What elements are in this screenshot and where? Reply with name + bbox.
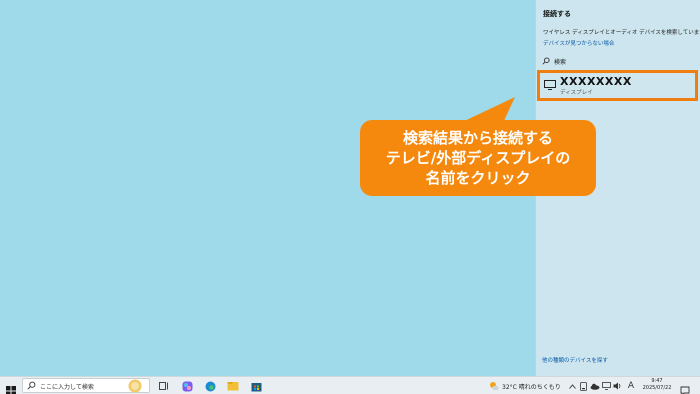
task-view-icon: [159, 382, 168, 390]
tray-onedrive-button[interactable]: [590, 380, 600, 392]
edge-icon: [205, 381, 215, 391]
tray-volume-button[interactable]: [613, 380, 622, 392]
weather-widget[interactable]: 32°C 晴れのちくもり: [489, 379, 561, 393]
notification-button[interactable]: [680, 381, 690, 394]
device-icon: [580, 381, 587, 391]
store-icon: [251, 382, 261, 391]
clock-time: 9:47: [651, 378, 663, 384]
ime-indicator[interactable]: A: [626, 380, 636, 392]
taskbar: ここに入力して検索 32°C 晴れのちくもり A 9:47 2025/07/22: [0, 376, 700, 394]
callout-tail: [458, 97, 515, 138]
search-icon: [27, 381, 36, 390]
search-placeholder: ここに入力して検索: [40, 384, 94, 391]
callout-line: テレビ/外部ディスプレイの: [385, 149, 571, 167]
tray-device-button[interactable]: [579, 380, 588, 392]
tray-network-button[interactable]: [602, 380, 611, 392]
windows-logo-icon: [6, 386, 16, 394]
weather-sun-cloud-icon: [490, 382, 499, 391]
taskbar-app-edge[interactable]: [203, 379, 217, 393]
cloud-icon: [590, 383, 600, 390]
notification-icon: [680, 386, 690, 394]
taskbar-search-box[interactable]: ここに入力して検索: [22, 378, 150, 393]
network-icon: [602, 382, 611, 390]
instruction-callout: 検索結果から接続する テレビ/外部ディスプレイの 名前をクリック: [360, 120, 596, 196]
clock-date: 2025/07/22: [642, 385, 672, 391]
speaker-icon: [613, 382, 621, 390]
clock[interactable]: 9:47 2025/07/22: [640, 378, 674, 392]
folder-icon: [227, 382, 239, 391]
search-highlight-icon: [128, 379, 142, 393]
callout-line: 名前をクリック: [425, 169, 531, 187]
start-button[interactable]: [6, 381, 16, 394]
taskbar-app-explorer[interactable]: [226, 379, 240, 393]
taskbar-app-store[interactable]: [249, 379, 263, 393]
copilot-icon: [182, 381, 192, 391]
weather-text: 32°C 晴れのちくもり: [502, 383, 561, 391]
tray-chevron-button[interactable]: [568, 380, 576, 392]
taskbar-app-copilot[interactable]: [180, 379, 194, 393]
callout-line: 検索結果から接続する: [402, 129, 553, 147]
task-view-button[interactable]: [157, 379, 171, 393]
chevron-up-icon: [568, 383, 576, 389]
